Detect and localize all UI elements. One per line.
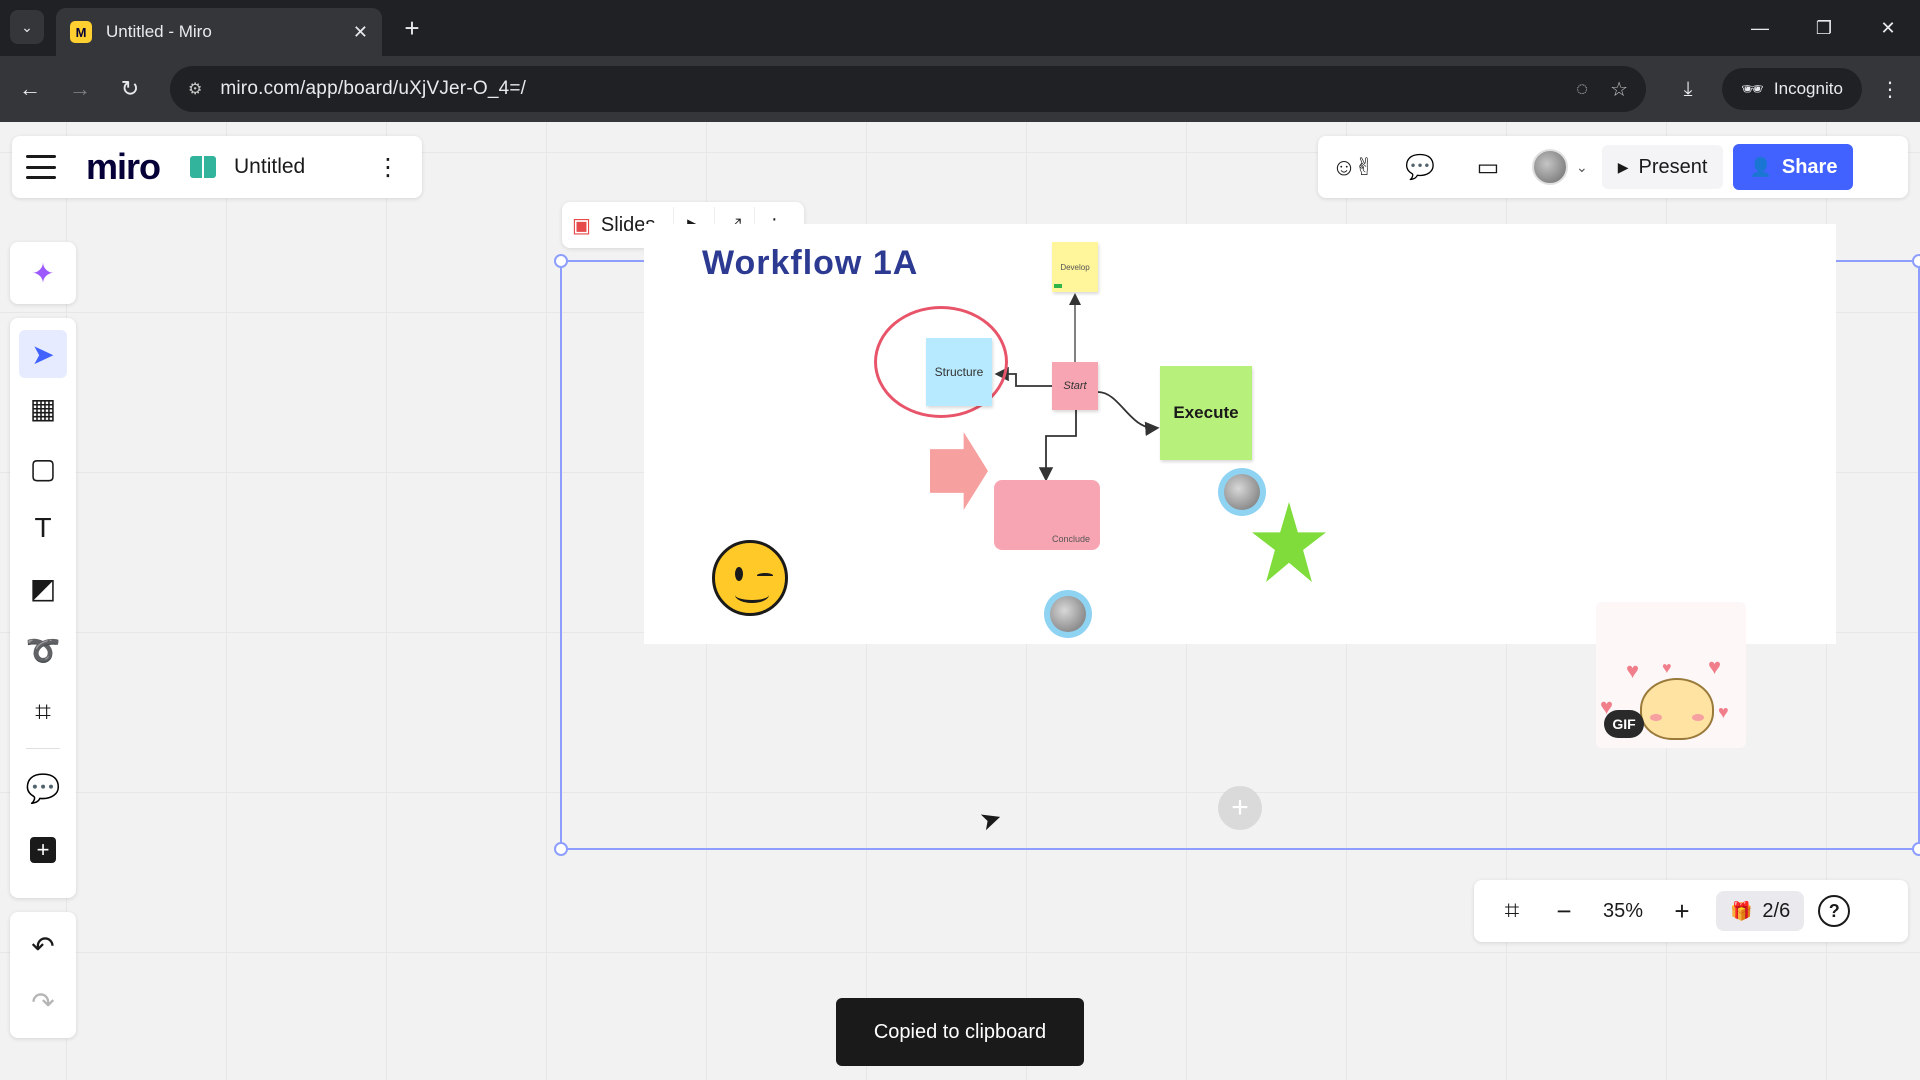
back-arrow-icon[interactable]: ← (12, 71, 48, 107)
bookmark-star-icon[interactable]: ☆ (1610, 77, 1628, 102)
plus-icon: + (30, 837, 56, 863)
eye-off-icon[interactable]: ◌ (1576, 78, 1588, 101)
redo-icon[interactable]: ↷ (19, 978, 67, 1026)
share-label: Share (1781, 155, 1838, 178)
collaborators-dropdown[interactable]: ⌄ (1532, 149, 1588, 185)
add-slide-plus-icon[interactable]: + (1218, 786, 1262, 830)
board-book-icon (190, 156, 217, 178)
toast-notification: Copied to clipboard (836, 998, 1084, 1066)
text-tool-icon[interactable]: T (19, 504, 67, 552)
heart-icon: ♥ (1708, 654, 1722, 679)
play-icon: ▶ (1617, 158, 1629, 175)
comment-icon[interactable]: 💬 (19, 764, 67, 812)
workflow-title[interactable]: Workflow 1A (702, 244, 918, 283)
chick-illustration (1640, 678, 1714, 740)
status-indicator (1054, 284, 1062, 288)
sticky-conclude[interactable]: Conclude (994, 480, 1100, 550)
winking-emoji-sticker[interactable] (712, 540, 788, 616)
heart-icon: ♥ (1626, 658, 1640, 683)
gif-sticker[interactable]: ♥ ♥ ♥ ♥ ♥ GIF (1596, 602, 1746, 748)
present-button[interactable]: ▶ Present (1601, 145, 1724, 189)
heart-icon: ♥ (1662, 660, 1672, 677)
avatar (1532, 149, 1568, 185)
tab-title: Untitled - Miro (106, 22, 212, 41)
board-header-panel: miro Untitled ⋮ (12, 136, 422, 198)
forward-arrow-icon[interactable]: → (62, 71, 98, 107)
reload-icon[interactable]: ↻ (112, 71, 148, 107)
gift-icon: 🎁 (1730, 900, 1753, 921)
video-call-icon[interactable]: ▭ (1464, 146, 1512, 188)
minimize-icon[interactable]: — (1740, 10, 1780, 46)
miro-logo: miro (86, 146, 161, 187)
slides-presentation-icon: ▣ (572, 214, 591, 237)
download-icon[interactable]: ⤓ (1670, 71, 1706, 107)
help-question-icon[interactable]: ? (1818, 895, 1851, 927)
fit-to-screen-icon[interactable]: ⌗ (1486, 889, 1538, 933)
chevron-down-icon: ⌄ (1576, 158, 1588, 175)
address-bar-row: ← → ↻ ⚙ miro.com/app/board/uXjVJer-O_4=/… (0, 56, 1920, 122)
reactions-icon[interactable]: ☺✌ (1328, 146, 1376, 188)
main-menu-icon[interactable] (26, 155, 56, 179)
zoom-out-minus-icon[interactable]: − (1538, 889, 1590, 933)
heart-icon: ♥ (1718, 702, 1729, 722)
browser-menu-kebab-icon[interactable]: ⋮ (1872, 71, 1908, 107)
sticky-start[interactable]: Start (1052, 362, 1098, 410)
resize-handle[interactable] (554, 254, 568, 268)
close-icon[interactable]: ✕ (353, 22, 368, 43)
zoom-in-plus-icon[interactable]: + (1656, 889, 1708, 933)
sticky-execute[interactable]: Execute (1160, 366, 1252, 460)
slides-count: 2/6 (1762, 899, 1791, 922)
board-options-kebab-icon[interactable]: ⋮ (368, 153, 408, 182)
miro-favicon-icon: M (70, 21, 92, 43)
undo-icon[interactable]: ↶ (19, 922, 67, 970)
shapes-icon[interactable]: ◩ (19, 564, 67, 612)
creation-toolbar: ➤ ▦ ▢ T ◩ ➰ ⌗ 💬 + (10, 318, 76, 898)
new-tab-plus-icon[interactable]: + (396, 12, 428, 44)
history-panel: ↶ ↷ (10, 912, 76, 1038)
window-close-icon[interactable]: ✕ (1868, 10, 1908, 46)
frame-crop-icon[interactable]: ⌗ (19, 688, 67, 736)
restore-icon[interactable]: ❐ (1804, 10, 1844, 46)
resize-handle[interactable] (554, 842, 568, 856)
slides-counter-button[interactable]: 🎁 2/6 (1716, 891, 1805, 931)
url-input[interactable]: ⚙ miro.com/app/board/uXjVJer-O_4=/ ◌ ☆ (170, 66, 1646, 112)
chevron-down-icon[interactable]: ⌄ (10, 10, 44, 44)
templates-icon[interactable]: ▦ (19, 384, 67, 432)
sticky-structure[interactable]: Structure (926, 338, 992, 406)
collaborator-avatar[interactable] (1044, 590, 1092, 638)
incognito-icon: 🕶 (1741, 78, 1764, 99)
collaboration-panel: ☺✌ 💬 ▭ ⌄ ▶ Present 👤 Share (1318, 136, 1908, 198)
sticky-note-icon[interactable]: ▢ (19, 444, 67, 492)
resize-handle[interactable] (1912, 254, 1920, 268)
site-info-icon[interactable]: ⚙ (188, 79, 202, 99)
url-text: miro.com/app/board/uXjVJer-O_4=/ (220, 78, 527, 99)
present-label: Present (1638, 155, 1708, 178)
board-name[interactable]: Untitled (234, 155, 368, 179)
incognito-badge[interactable]: 🕶 Incognito (1722, 68, 1862, 110)
select-cursor-icon[interactable]: ➤ (19, 330, 67, 378)
more-apps-plus-icon[interactable]: + (19, 826, 67, 874)
browser-tab-strip: ⌄ M Untitled - Miro ✕ + — ❐ ✕ (0, 0, 1920, 56)
resize-handle[interactable] (1912, 842, 1920, 856)
gif-badge: GIF (1604, 710, 1644, 738)
sparkle-icon: ✦ (31, 257, 55, 289)
share-button[interactable]: 👤 Share (1733, 144, 1854, 190)
zoom-panel: ⌗ − 35% + 🎁 2/6 ? (1474, 880, 1908, 942)
comments-chat-icon[interactable]: 💬 (1396, 146, 1444, 188)
pen-lasso-icon[interactable]: ➰ (19, 626, 67, 674)
collaborator-avatar[interactable] (1218, 468, 1266, 516)
incognito-label: Incognito (1773, 79, 1843, 98)
browser-tab[interactable]: M Untitled - Miro ✕ (56, 8, 382, 56)
toolbar-divider (26, 748, 60, 749)
ai-assist-button[interactable]: ✦ (10, 242, 76, 304)
share-people-icon: 👤 (1749, 156, 1772, 177)
zoom-level[interactable]: 35% (1590, 900, 1656, 923)
